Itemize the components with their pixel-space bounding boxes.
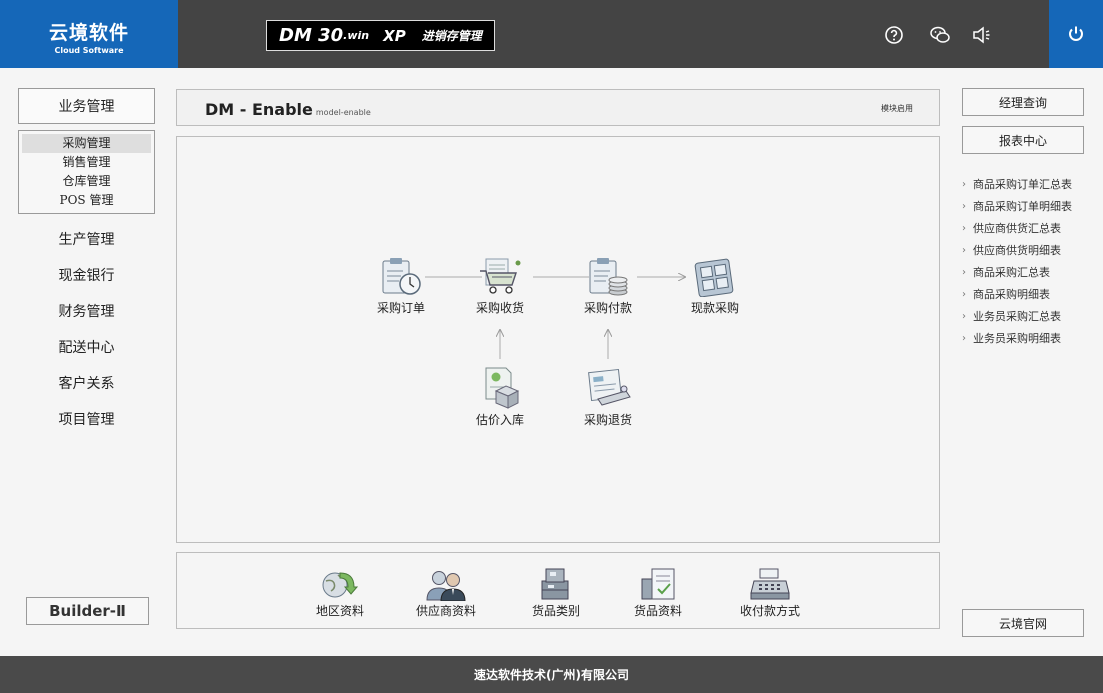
nav-distribution[interactable]: 配送中心	[18, 337, 155, 357]
nav-customer[interactable]: 客户关系	[18, 373, 155, 393]
sound-icon[interactable]	[971, 24, 993, 46]
builder-button[interactable]: Builder-Ⅱ	[26, 597, 149, 625]
flow-node-estimated-stock-in[interactable]: 估价入库	[460, 365, 540, 428]
chevron-right-icon: ›	[962, 200, 966, 212]
node-label: 现款采购	[690, 301, 739, 315]
node-label: 采购退货	[583, 413, 632, 427]
top-bar: 云境软件 Cloud Software DM 30 .win XP 进销存管理	[0, 0, 1103, 68]
purchase-flow-diagram: 采购订单 采购收货 采购付款 现款采购 估价入库 采购退货	[176, 136, 940, 543]
power-button[interactable]	[1049, 0, 1103, 68]
panel-subtitle: model-enable	[315, 108, 371, 117]
power-icon	[1069, 26, 1083, 41]
flow-node-purchase-payment[interactable]: 采购付款	[568, 257, 648, 316]
basic-goods-data[interactable]: 货品资料	[613, 567, 703, 619]
report-link[interactable]: › 供应商供货明细表	[962, 239, 1097, 261]
report-label: 商品采购订单汇总表	[973, 178, 1072, 191]
basic-region-data[interactable]: 地区资料	[295, 567, 385, 619]
product-dm: DM 30	[279, 25, 344, 46]
report-label: 业务员采购明细表	[973, 332, 1061, 345]
basic-label: 货品类别	[531, 604, 580, 618]
report-link[interactable]: › 商品采购汇总表	[962, 261, 1097, 283]
cash-register-icon	[750, 568, 790, 600]
basic-data-panel: 地区资料 供应商资料 货品类别 货品资料 收付款方式	[176, 552, 940, 629]
chevron-right-icon: ›	[962, 288, 966, 300]
flow-node-purchase-return[interactable]: 采购退货	[568, 365, 648, 428]
basic-label: 地区资料	[315, 604, 364, 618]
basic-supplier-data[interactable]: 供应商资料	[401, 567, 491, 619]
basic-label: 供应商资料	[415, 604, 476, 618]
product-badge: DM 30 .win XP 进销存管理	[266, 20, 495, 51]
report-label: 商品采购明细表	[973, 288, 1050, 301]
footer-company: 速达软件技术(广州)有限公司	[0, 656, 1103, 693]
invoice-box-icon	[485, 367, 520, 409]
checklist-box-icon	[641, 568, 675, 600]
chevron-right-icon: ›	[962, 178, 966, 190]
submenu-pos[interactable]: POS 管理	[22, 191, 151, 210]
clipboard-coins-icon	[589, 258, 628, 296]
product-win: .win	[343, 29, 370, 42]
report-label: 供应商供货汇总表	[973, 222, 1061, 235]
brand-name-en: Cloud Software	[54, 46, 124, 55]
wechat-icon[interactable]	[929, 24, 951, 46]
basic-goods-category[interactable]: 货品类别	[511, 567, 601, 619]
submenu-purchase[interactable]: 采购管理	[22, 134, 151, 153]
submenu-warehouse[interactable]: 仓库管理	[22, 172, 151, 191]
nav-production[interactable]: 生产管理	[18, 229, 155, 249]
receipt-return-icon	[588, 368, 631, 406]
node-label: 采购订单	[376, 301, 425, 315]
chevron-right-icon: ›	[962, 332, 966, 344]
flow-node-cash-purchase[interactable]: 现款采购	[675, 257, 755, 316]
report-label: 商品采购订单明细表	[973, 200, 1072, 213]
chevron-right-icon: ›	[962, 244, 966, 256]
product-title: 进销存管理	[421, 29, 482, 43]
clipboard-clock-icon	[382, 258, 421, 295]
panel-title-bar: DM - Enable model-enable 模块启用	[176, 89, 940, 126]
report-link[interactable]: › 业务员采购明细表	[962, 327, 1097, 349]
node-label: 估价入库	[475, 413, 524, 427]
report-label: 商品采购汇总表	[973, 266, 1050, 279]
brand-logo: 云境软件 Cloud Software	[0, 0, 178, 68]
boxes-icon	[541, 568, 569, 600]
nav-project[interactable]: 项目管理	[18, 409, 155, 429]
node-label: 采购收货	[475, 301, 524, 315]
flow-connectors	[425, 137, 939, 359]
report-center-button[interactable]: 报表中心	[962, 126, 1084, 154]
business-submenu: 采购管理 销售管理 仓库管理 POS 管理	[18, 130, 155, 214]
chevron-right-icon: ›	[962, 266, 966, 278]
official-site-button[interactable]: 云境官网	[962, 609, 1084, 637]
globe-arrow-icon	[322, 572, 359, 598]
brand-name-cn: 云境软件	[48, 22, 129, 44]
report-label: 业务员采购汇总表	[973, 310, 1061, 323]
report-link[interactable]: › 供应商供货汇总表	[962, 217, 1097, 239]
help-icon[interactable]	[883, 24, 905, 46]
nav-cash-bank[interactable]: 现金银行	[18, 265, 155, 285]
flow-node-purchase-order[interactable]: 采购订单	[361, 257, 441, 316]
module-enable-link[interactable]: 模块启用	[881, 103, 913, 114]
shopping-cart-icon	[480, 258, 521, 294]
panel-title-text: DM - Enable	[205, 100, 313, 119]
calculator-icon	[694, 258, 734, 297]
product-xp: XP	[383, 26, 406, 45]
nav-finance[interactable]: 财务管理	[18, 301, 155, 321]
report-link[interactable]: › 业务员采购汇总表	[962, 305, 1097, 327]
report-label: 供应商供货明细表	[973, 244, 1061, 257]
basic-label: 收付款方式	[739, 604, 800, 618]
basic-label: 货品资料	[633, 604, 682, 618]
report-link[interactable]: › 商品采购订单汇总表	[962, 173, 1097, 195]
report-list: › 商品采购订单汇总表 › 商品采购订单明细表 › 供应商供货汇总表 › 供应商供货明细…	[962, 173, 1097, 349]
submenu-sales[interactable]: 销售管理	[22, 153, 151, 172]
flow-node-purchase-receipt[interactable]: 采购收货	[460, 257, 540, 316]
people-icon	[426, 571, 466, 601]
basic-payment-methods[interactable]: 收付款方式	[725, 567, 815, 619]
chevron-right-icon: ›	[962, 310, 966, 322]
report-link[interactable]: › 商品采购明细表	[962, 283, 1097, 305]
node-label: 采购付款	[583, 301, 632, 315]
chevron-right-icon: ›	[962, 222, 966, 234]
report-link[interactable]: › 商品采购订单明细表	[962, 195, 1097, 217]
nav-business-management[interactable]: 业务管理	[18, 88, 155, 124]
manager-query-button[interactable]: 经理查询	[962, 88, 1084, 116]
panel-title: DM - Enable model-enable	[205, 100, 371, 119]
